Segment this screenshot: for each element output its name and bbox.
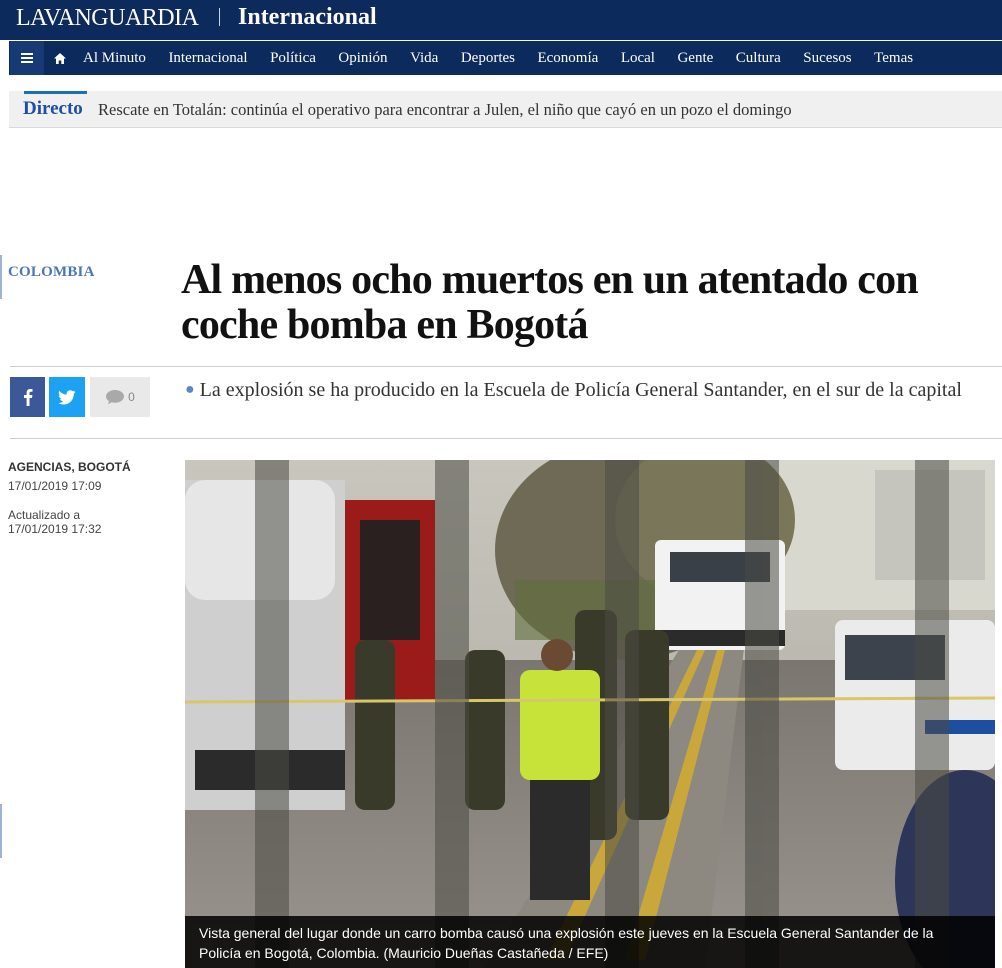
live-accent-rule (24, 91, 87, 94)
comment-count: 0 (128, 390, 135, 404)
article-published-date: 17/01/2019 17:09 (8, 479, 102, 493)
divider (10, 438, 1002, 439)
hamburger-icon (21, 53, 33, 63)
left-edge-rule (0, 255, 2, 299)
updated-label: Actualizado a (8, 508, 81, 522)
article-photo[interactable]: Vista general del lugar donde un carro b… (185, 460, 995, 968)
live-ticker: Directo Rescate en Totalán: continúa el … (9, 91, 1002, 128)
nav-item-temas[interactable]: Temas (874, 50, 913, 67)
photo-illustration (185, 460, 995, 968)
photo-caption: Vista general del lugar donde un carro b… (185, 916, 995, 968)
article-updated: Actualizado a 17/01/2019 17:32 (8, 508, 173, 536)
nav-item-deportes[interactable]: Deportes (461, 50, 515, 67)
photo-caption-text: Vista general del lugar donde un carro b… (199, 925, 934, 961)
nav-item-internacional[interactable]: Internacional (168, 50, 247, 67)
main-nav: Al Minuto Internacional Política Opinión… (9, 41, 1002, 75)
comment-icon (106, 390, 125, 405)
section-title[interactable]: Internacional (238, 2, 377, 32)
home-icon (54, 52, 66, 64)
article-headline: Al menos ocho muertos en un atentado con… (181, 257, 919, 348)
site-logo[interactable]: LAVANGUARDIA (16, 4, 199, 32)
nav-item-gente[interactable]: Gente (677, 50, 713, 67)
article-subtitle: ● La explosión se ha producido en la Esc… (185, 377, 990, 403)
article-category[interactable]: COLOMBIA (8, 264, 95, 281)
twitter-icon (58, 389, 76, 404)
updated-date: 17/01/2019 17:32 (8, 522, 102, 536)
nav-item-al-minuto[interactable]: Al Minuto (83, 50, 146, 67)
article-author: AGENCIAS, BOGOTÁ (8, 460, 131, 474)
nav-item-vida[interactable]: Vida (410, 50, 438, 67)
header-divider (219, 8, 220, 26)
nav-items: Al Minuto Internacional Política Opinión… (83, 41, 936, 75)
nav-item-politica[interactable]: Política (270, 50, 316, 67)
article-meta: AGENCIAS, BOGOTÁ 17/01/2019 17:09 Actual… (8, 460, 173, 536)
bullet-icon: ● (185, 381, 195, 398)
left-edge-rule (0, 804, 2, 858)
divider (10, 366, 1002, 367)
nav-item-opinion[interactable]: Opinión (338, 50, 387, 67)
home-button[interactable] (43, 41, 77, 75)
live-headline-link[interactable]: Rescate en Totalán: continúa el operativ… (98, 100, 792, 120)
nav-item-local[interactable]: Local (621, 50, 655, 67)
twitter-share-button[interactable] (49, 377, 85, 417)
facebook-share-button[interactable] (10, 377, 45, 417)
article-subtitle-text: La explosión se ha producido en la Escue… (199, 379, 962, 401)
live-label[interactable]: Directo (23, 98, 83, 120)
nav-item-sucesos[interactable]: Sucesos (803, 50, 851, 67)
facebook-icon (23, 389, 32, 406)
nav-item-economia[interactable]: Economía (537, 50, 598, 67)
comments-button[interactable]: 0 (90, 377, 150, 417)
menu-button[interactable] (10, 41, 44, 75)
nav-item-cultura[interactable]: Cultura (736, 50, 781, 67)
site-header: LAVANGUARDIA Internacional (0, 0, 1002, 40)
